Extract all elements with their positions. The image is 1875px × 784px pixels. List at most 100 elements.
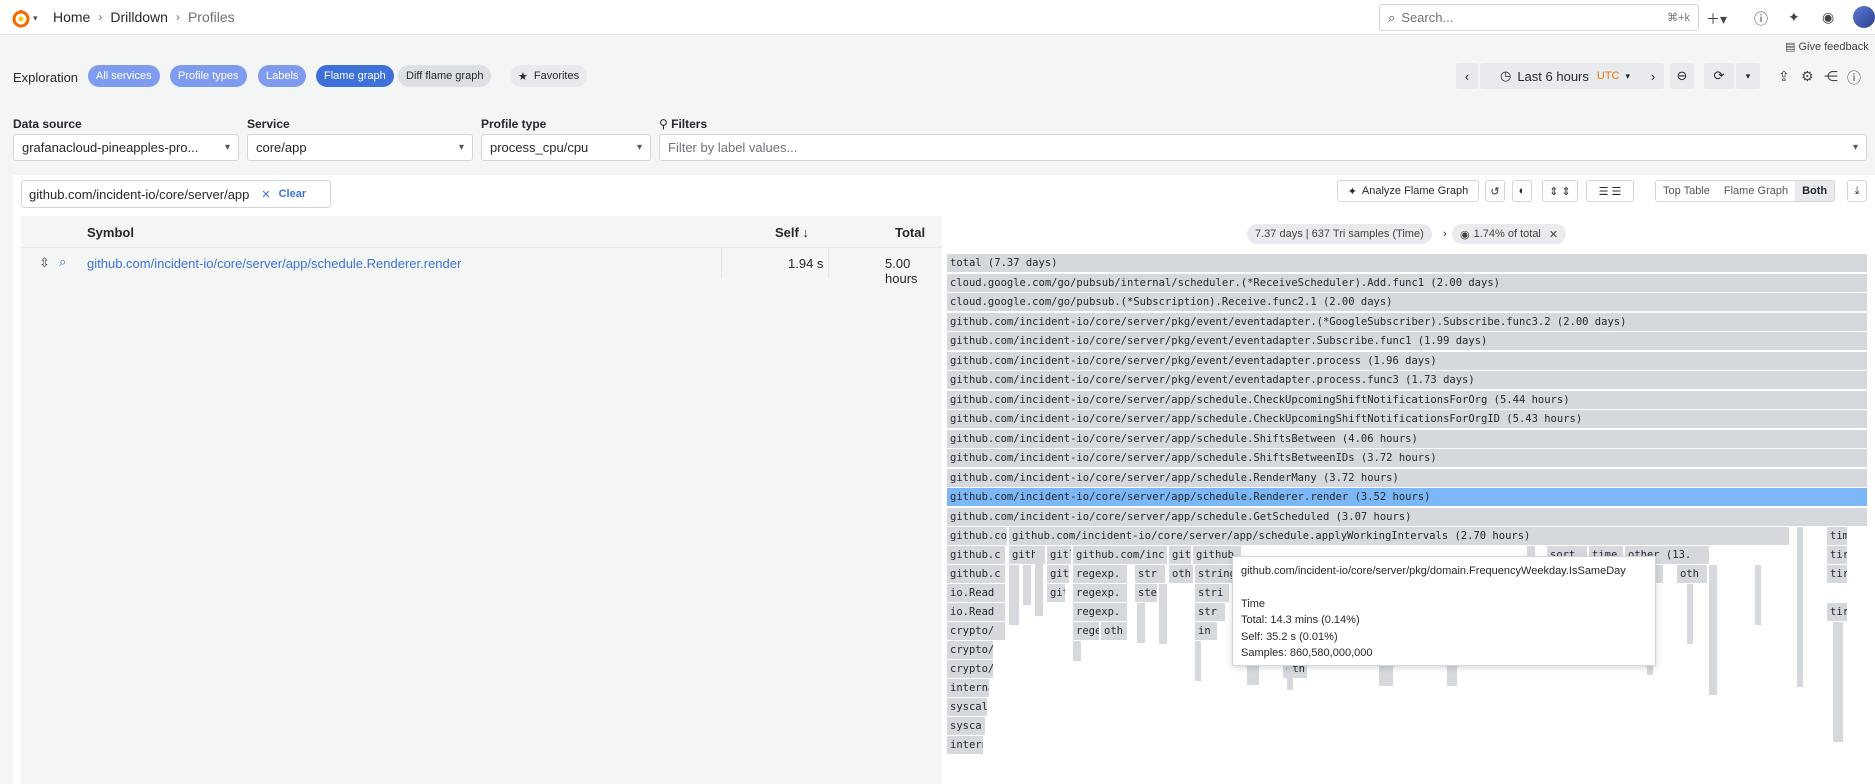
filters-input[interactable]: Filter by label values... ▾ <box>659 134 1867 161</box>
flame-frame[interactable]: cloud.google.com/go/pubsub/internal/sche… <box>947 273 1867 292</box>
flame-frame[interactable]: rege <box>1073 622 1099 640</box>
view-top-table[interactable]: Top Table <box>1656 181 1717 201</box>
flame-frame[interactable]: tim <box>1827 527 1847 545</box>
flame-frame[interactable]: gitl <box>1047 584 1065 602</box>
info-icon[interactable]: ⓘ <box>1847 68 1861 88</box>
step-profile-types[interactable]: Profile types <box>170 65 247 87</box>
focus-badge[interactable]: ◉ 1.74% of total ✕ <box>1452 224 1567 244</box>
collapse-button[interactable]: ⇕ ⇕ <box>1542 180 1578 202</box>
flame-frame[interactable]: github.c <box>947 546 1005 564</box>
clear-button[interactable]: Clear <box>279 188 307 200</box>
flame-frame[interactable]: github.com/incident-io/core/server/pkg/e… <box>947 332 1867 350</box>
search-icon[interactable]: ⌕ <box>59 254 66 270</box>
close-icon[interactable]: ✕ <box>1549 228 1558 241</box>
link-icon[interactable]: ⋲ <box>1824 68 1838 85</box>
grafana-logo-icon[interactable] <box>10 7 32 29</box>
symbol-search-input[interactable]: github.com/incident-io/core/server/app ✕… <box>21 180 331 208</box>
view-flame-graph[interactable]: Flame Graph <box>1717 181 1795 201</box>
flame-frame[interactable]: oth <box>1101 622 1127 640</box>
flame-frame[interactable]: oth <box>1169 565 1193 583</box>
flame-frame[interactable]: github.com/incident-io/core/server/pkg/e… <box>947 312 1867 331</box>
help-icon[interactable]: ⓘ <box>1754 9 1768 29</box>
flame-frame[interactable]: github.com/incident-io/core/server/app/s… <box>947 468 1867 487</box>
table-row[interactable]: ⇳ ⌕ github.com/incident-io/core/server/a… <box>21 248 942 286</box>
flame-frame[interactable]: oth <box>1677 565 1707 583</box>
flame-frame[interactable]: crypto/ <box>947 660 993 678</box>
view-both[interactable]: Both <box>1795 181 1835 201</box>
search-input[interactable]: ⌕ Search... ⌘+k <box>1379 4 1699 31</box>
time-range-picker[interactable]: ◷ Last 6 hours UTC ▾ <box>1480 63 1650 89</box>
flame-frame[interactable]: ste <box>1135 584 1157 602</box>
data-source-select[interactable]: grafanacloud-pineapples-pro... ▾ <box>13 134 239 161</box>
symbol-cell[interactable]: github.com/incident-io/core/server/app/s… <box>87 256 461 271</box>
flame-frame[interactable]: gitl <box>1047 565 1069 583</box>
profile-type-select[interactable]: process_cpu/cpu ▾ <box>481 134 651 161</box>
avatar[interactable] <box>1853 6 1875 28</box>
flame-frame[interactable]: io.Read <box>947 584 1005 602</box>
flame-frame[interactable]: github.com/incident-io/core/server/pkg/e… <box>947 371 1867 389</box>
share-icon[interactable]: ⇪ <box>1778 68 1790 85</box>
time-forward-button[interactable]: › <box>1642 63 1664 89</box>
flame-frame[interactable]: tir <box>1827 546 1847 564</box>
column-total[interactable]: Total <box>895 225 925 240</box>
refresh-interval-dropdown[interactable]: ▾ <box>1736 63 1760 89</box>
flame-frame[interactable]: regexp. <box>1073 603 1127 621</box>
step-diff-flame-graph[interactable]: Diff flame graph <box>398 65 492 87</box>
plus-icon[interactable]: ＋▾ <box>1706 9 1727 29</box>
flame-frame[interactable]: tir <box>1827 565 1847 583</box>
flame-frame[interactable]: github.c <box>947 565 1005 583</box>
zoom-out-button[interactable]: ⊖ <box>1670 63 1694 89</box>
breadcrumb-home[interactable]: Home <box>53 9 90 25</box>
flame-frame[interactable]: str <box>1195 603 1225 621</box>
text-align-toggle[interactable]: ☰ ☰ <box>1586 180 1634 202</box>
expand-icon[interactable]: ⇳ <box>39 255 50 271</box>
service-select[interactable]: core/app ▾ <box>247 134 473 161</box>
flame-frame[interactable]: crypto/ <box>947 641 993 659</box>
flame-frame[interactable]: tir <box>1827 603 1847 621</box>
refresh-button[interactable]: ⟳ <box>1704 63 1734 89</box>
flame-frame[interactable]: github.com/incident-io/core/server/app/s… <box>947 449 1867 467</box>
reset-button[interactable]: ↺ <box>1485 180 1505 202</box>
flame-frame[interactable]: interna <box>947 679 989 697</box>
close-icon[interactable]: ✕ <box>261 188 270 201</box>
export-button[interactable]: ⤓ <box>1847 180 1867 202</box>
sparkle-icon[interactable]: ✦ <box>1788 9 1800 26</box>
flame-frame[interactable]: gitl <box>1047 546 1071 564</box>
flame-frame[interactable]: github.com/incident-io/core/server/app/s… <box>947 390 1867 409</box>
flame-frame[interactable]: github.com/incident-io/core/server/app/s… <box>947 507 1867 526</box>
flame-frame[interactable]: syscal <box>947 698 987 716</box>
flame-frame[interactable]: stri <box>1195 584 1229 602</box>
flame-frame[interactable]: github.co <box>947 527 1007 545</box>
column-self[interactable]: Self ↓ <box>775 225 809 240</box>
flame-frame-selected[interactable]: github.com/incident-io/core/server/app/s… <box>947 488 1867 506</box>
chevron-down-icon[interactable]: ▾ <box>33 13 38 24</box>
flame-frame[interactable]: github.com/incident-io/core/server/pkg/e… <box>947 351 1867 370</box>
flame-frame[interactable]: github.com/incident-io/core/server/app/s… <box>947 410 1867 428</box>
flame-frame[interactable]: regexp. <box>1073 565 1127 583</box>
step-all-services[interactable]: All services <box>88 65 160 87</box>
flame-frame[interactable]: in <box>1195 622 1217 640</box>
breadcrumb-drilldown[interactable]: Drilldown <box>110 9 168 25</box>
flame-frame[interactable]: intern <box>947 736 983 754</box>
color-scheme-button[interactable]: ◐ <box>1512 180 1532 202</box>
favorites-button[interactable]: ★ Favorites <box>510 65 588 87</box>
time-back-button[interactable]: ‹ <box>1456 63 1478 89</box>
flame-frame[interactable]: github.com/incident-io/core/server/app/s… <box>947 429 1867 448</box>
step-labels[interactable]: Labels <box>258 65 307 87</box>
flame-frame[interactable]: github.com/inc <box>1073 546 1167 564</box>
column-symbol[interactable]: Symbol <box>87 225 134 240</box>
flame-frame[interactable]: git <box>1169 546 1191 564</box>
flame-frame[interactable]: regexp. <box>1073 584 1127 602</box>
step-flame-graph[interactable]: Flame graph <box>316 65 394 87</box>
analyze-flame-graph-button[interactable]: ✦ Analyze Flame Graph <box>1337 180 1479 202</box>
flame-frame[interactable]: cloud.google.com/go/pubsub.(*Subscriptio… <box>947 293 1867 311</box>
flame-frame[interactable]: str <box>1135 565 1165 583</box>
give-feedback-link[interactable]: ▤ Give feedback <box>1785 40 1869 53</box>
flame-frame-apply-working-intervals[interactable]: github.com/incident-io/core/server/app/s… <box>1009 527 1789 545</box>
eye-icon[interactable]: ◉ <box>1822 9 1834 26</box>
flame-frame[interactable]: total (7.37 days) <box>947 254 1867 272</box>
flame-frame[interactable]: io.Read <box>947 603 1005 621</box>
flame-frame[interactable]: sysca <box>947 717 985 735</box>
gear-icon[interactable]: ⚙ <box>1801 68 1814 85</box>
flame-frame[interactable]: crypto/ <box>947 622 1005 640</box>
